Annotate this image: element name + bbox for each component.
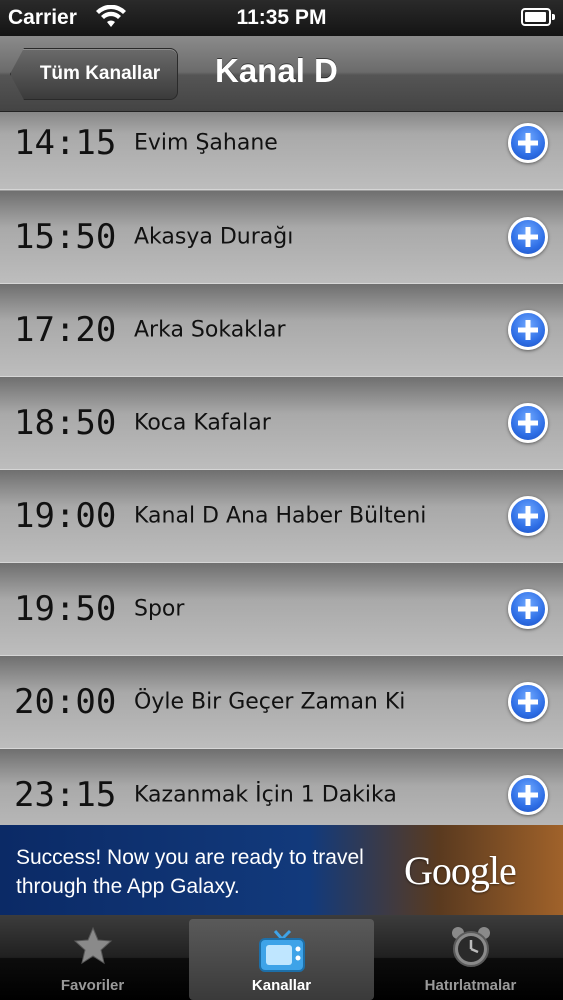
list-item[interactable]: 19:50 Spor (0, 563, 563, 656)
list-item[interactable]: 18:50 Koca Kafalar (0, 377, 563, 470)
program-title: Öyle Bir Geçer Zaman Ki (134, 689, 406, 715)
add-reminder-button[interactable] (508, 217, 548, 257)
list-item[interactable]: 14:15 Evim Şahane (0, 112, 563, 190)
tab-label: Hatırlatmalar (424, 977, 517, 994)
add-reminder-button[interactable] (508, 403, 548, 443)
clock-label: 11:35 PM (236, 6, 327, 29)
tab-favoriler[interactable]: Favoriler (0, 915, 185, 1000)
program-title: Kazanmak İçin 1 Dakika (134, 782, 397, 808)
google-logo: Google (404, 848, 517, 893)
ad-banner[interactable]: Success! Now you are ready to travel thr… (0, 825, 563, 915)
add-reminder-button[interactable] (508, 123, 548, 163)
tv-icon (258, 929, 305, 972)
program-title: Evim Şahane (134, 130, 278, 156)
schedule-list[interactable]: 14:15 Evim Şahane 15:50 Akasya Durağı 17… (0, 112, 563, 825)
tab-bar: Favoriler Kanallar Hatırlatmalar (0, 915, 563, 1000)
program-time: 14:15 (14, 123, 117, 163)
page-title: Kanal D (215, 52, 338, 89)
list-item[interactable]: 17:20 Arka Sokaklar (0, 284, 563, 377)
list-item[interactable]: 23:15 Kazanmak İçin 1 Dakika (0, 749, 563, 825)
list-item[interactable]: 15:50 Akasya Durağı (0, 191, 563, 284)
tab-label: Favoriler (60, 977, 125, 994)
program-title: Spor (134, 596, 185, 622)
battery-icon (521, 8, 555, 26)
program-time: 19:00 (14, 496, 117, 536)
tab-kanallar[interactable]: Kanallar (189, 919, 374, 1000)
add-reminder-button[interactable] (508, 589, 548, 629)
list-item[interactable]: 19:00 Kanal D Ana Haber Bülteni (0, 470, 563, 563)
list-item[interactable]: 20:00 Öyle Bir Geçer Zaman Ki (0, 656, 563, 749)
program-time: 17:20 (14, 310, 117, 350)
program-time: 18:50 (14, 403, 117, 443)
program-title: Akasya Durağı (134, 224, 294, 250)
program-time: 23:15 (14, 775, 117, 815)
ad-text: Success! Now you are ready to travel thr… (16, 846, 364, 898)
tab-label: Kanallar (251, 977, 312, 994)
program-title: Kanal D Ana Haber Bülteni (134, 503, 427, 529)
navigation-bar: Tüm Kanallar Kanal D (0, 36, 563, 112)
program-time: 15:50 (14, 217, 117, 257)
program-time: 19:50 (14, 589, 117, 629)
add-reminder-button[interactable] (508, 682, 548, 722)
add-reminder-button[interactable] (508, 775, 548, 815)
star-icon (73, 926, 112, 965)
program-title: Arka Sokaklar (134, 317, 286, 343)
program-title: Koca Kafalar (134, 410, 271, 436)
back-button[interactable]: Tüm Kanallar (10, 48, 178, 100)
status-bar: Carrier 11:35 PM (0, 0, 563, 36)
add-reminder-button[interactable] (508, 496, 548, 536)
tab-hatirlatmalar[interactable]: Hatırlatmalar (378, 915, 563, 1000)
alarm-clock-icon (451, 927, 490, 967)
add-reminder-button[interactable] (508, 310, 548, 350)
program-time: 20:00 (14, 682, 117, 722)
